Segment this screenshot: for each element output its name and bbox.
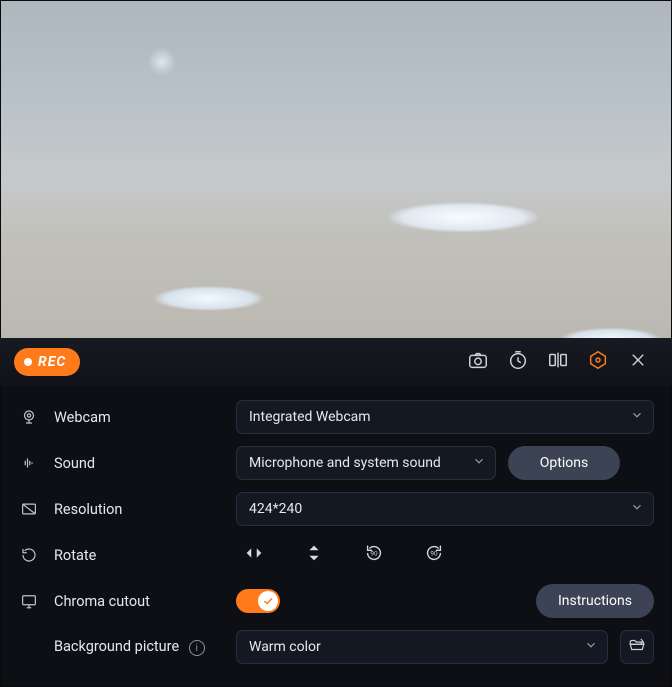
split-icon [547, 349, 569, 375]
rotate-ccw-icon: 90 [363, 542, 385, 568]
webcam-icon [18, 408, 40, 426]
sound-icon [18, 454, 40, 472]
browse-background-button[interactable] [620, 630, 654, 664]
chroma-icon [18, 592, 40, 610]
svg-text:90: 90 [430, 549, 438, 557]
rotate-cw-90-button[interactable]: 90 [420, 541, 448, 569]
webcam-select[interactable]: Integrated Webcam [236, 400, 654, 434]
svg-text:90: 90 [370, 549, 378, 557]
chevron-down-icon [472, 454, 486, 472]
split-view-button[interactable] [538, 342, 578, 382]
rotate-label: Rotate [54, 547, 222, 564]
record-button[interactable]: REC [14, 348, 80, 376]
background-label: Background picture i [54, 638, 222, 657]
instructions-button[interactable]: Instructions [536, 584, 654, 618]
settings-panel: Webcam Integrated Webcam Sound Microphon… [0, 386, 672, 687]
settings-button[interactable] [578, 342, 618, 382]
flip-horizontal-icon [243, 542, 265, 568]
resolution-select-value: 424*240 [249, 501, 302, 517]
top-toolbar: REC [0, 338, 672, 386]
flip-vertical-button[interactable] [300, 541, 328, 569]
row-rotate: Rotate 90 [18, 532, 654, 578]
sound-options-label: Options [540, 455, 588, 471]
flip-vertical-icon [303, 542, 325, 568]
chroma-toggle[interactable] [236, 589, 280, 613]
rotate-icon [18, 546, 40, 564]
resolution-select[interactable]: 424*240 [236, 492, 654, 526]
record-label: REC [38, 354, 66, 370]
clock-icon [507, 349, 529, 375]
sound-select-value: Microphone and system sound [249, 455, 441, 471]
webcam-label: Webcam [54, 409, 222, 426]
chevron-down-icon [630, 408, 644, 426]
chevron-down-icon [630, 500, 644, 518]
close-button[interactable] [618, 342, 658, 382]
background-select[interactable]: Warm color [236, 630, 608, 664]
record-indicator-dot [24, 358, 32, 366]
adjust-icon [587, 349, 609, 375]
background-label-text: Background picture [54, 638, 179, 655]
rotate-cw-icon: 90 [423, 542, 445, 568]
chroma-label: Chroma cutout [54, 593, 222, 610]
sound-label: Sound [54, 455, 222, 472]
chevron-down-icon [584, 638, 598, 656]
row-webcam: Webcam Integrated Webcam [18, 394, 654, 440]
flip-horizontal-button[interactable] [240, 541, 268, 569]
resolution-label: Resolution [54, 501, 222, 518]
close-icon [629, 351, 647, 373]
rotate-ccw-90-button[interactable]: 90 [360, 541, 388, 569]
camera-icon [467, 349, 489, 375]
timer-button[interactable] [498, 342, 538, 382]
webcam-select-value: Integrated Webcam [249, 409, 371, 425]
snapshot-button[interactable] [458, 342, 498, 382]
row-sound: Sound Microphone and system sound Option… [18, 440, 654, 486]
info-icon[interactable]: i [189, 640, 205, 656]
instructions-label: Instructions [558, 593, 632, 609]
row-resolution: Resolution 424*240 [18, 486, 654, 532]
resolution-icon [18, 500, 40, 518]
folder-open-icon [628, 636, 646, 658]
background-select-value: Warm color [249, 639, 321, 655]
sound-options-button[interactable]: Options [508, 446, 620, 480]
row-chroma: Chroma cutout Instructions [18, 578, 654, 624]
sound-select[interactable]: Microphone and system sound [236, 446, 496, 480]
toggle-knob [258, 591, 278, 611]
row-background: Background picture i Warm color [18, 624, 654, 670]
webcam-preview [1, 1, 671, 339]
